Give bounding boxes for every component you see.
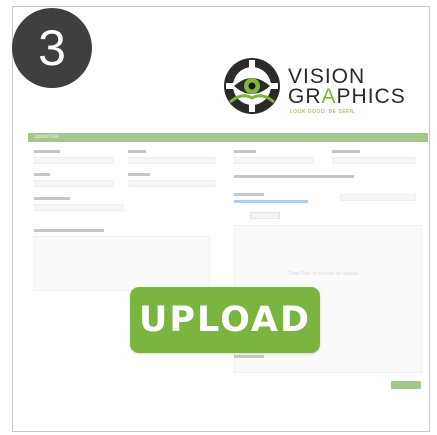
- form-field[interactable]: [34, 180, 114, 187]
- drop-zone-hint: Drop Files or Browse to Upload: [288, 271, 358, 277]
- form-field[interactable]: [128, 157, 216, 164]
- field-label: [332, 150, 360, 153]
- field-label: [234, 175, 354, 178]
- field-label: [234, 150, 256, 153]
- upload-button[interactable]: UPLOAD: [130, 287, 320, 353]
- field-label: [34, 173, 50, 176]
- notes-textarea[interactable]: [34, 236, 210, 291]
- logo-wordmark-line1: VISION: [288, 65, 366, 88]
- form-select[interactable]: [34, 204, 124, 211]
- field-label: [34, 229, 104, 232]
- form-field[interactable]: [332, 157, 416, 164]
- upload-form-preview: Upload File Drop Files or Browse to Uplo…: [28, 133, 428, 403]
- field-label: [234, 355, 264, 358]
- step-number-badge: 3: [12, 8, 92, 88]
- form-field[interactable]: [128, 180, 216, 187]
- field-label: [234, 193, 264, 196]
- field-label: [128, 173, 150, 176]
- logo-wordmark-line2: GRAPHICS: [288, 85, 406, 108]
- form-header-bar: Upload File: [28, 133, 428, 142]
- step-number: 3: [38, 20, 66, 76]
- eye-gear-icon: [224, 58, 280, 114]
- field-label: [34, 150, 60, 153]
- file-link[interactable]: [234, 200, 308, 203]
- form-field[interactable]: [34, 157, 114, 164]
- form-header-title: Upload File: [34, 134, 60, 140]
- field-label: [128, 150, 146, 153]
- field-label: [34, 197, 70, 200]
- vision-graphics-logo: VISION GRAPHICS LOOK GOOD. BE SEEN.: [222, 56, 428, 126]
- logo-tagline: LOOK GOOD. BE SEEN.: [290, 109, 356, 115]
- submit-button[interactable]: [391, 381, 421, 389]
- form-select[interactable]: [340, 194, 416, 201]
- browse-button[interactable]: [250, 212, 280, 219]
- form-field[interactable]: [234, 157, 314, 164]
